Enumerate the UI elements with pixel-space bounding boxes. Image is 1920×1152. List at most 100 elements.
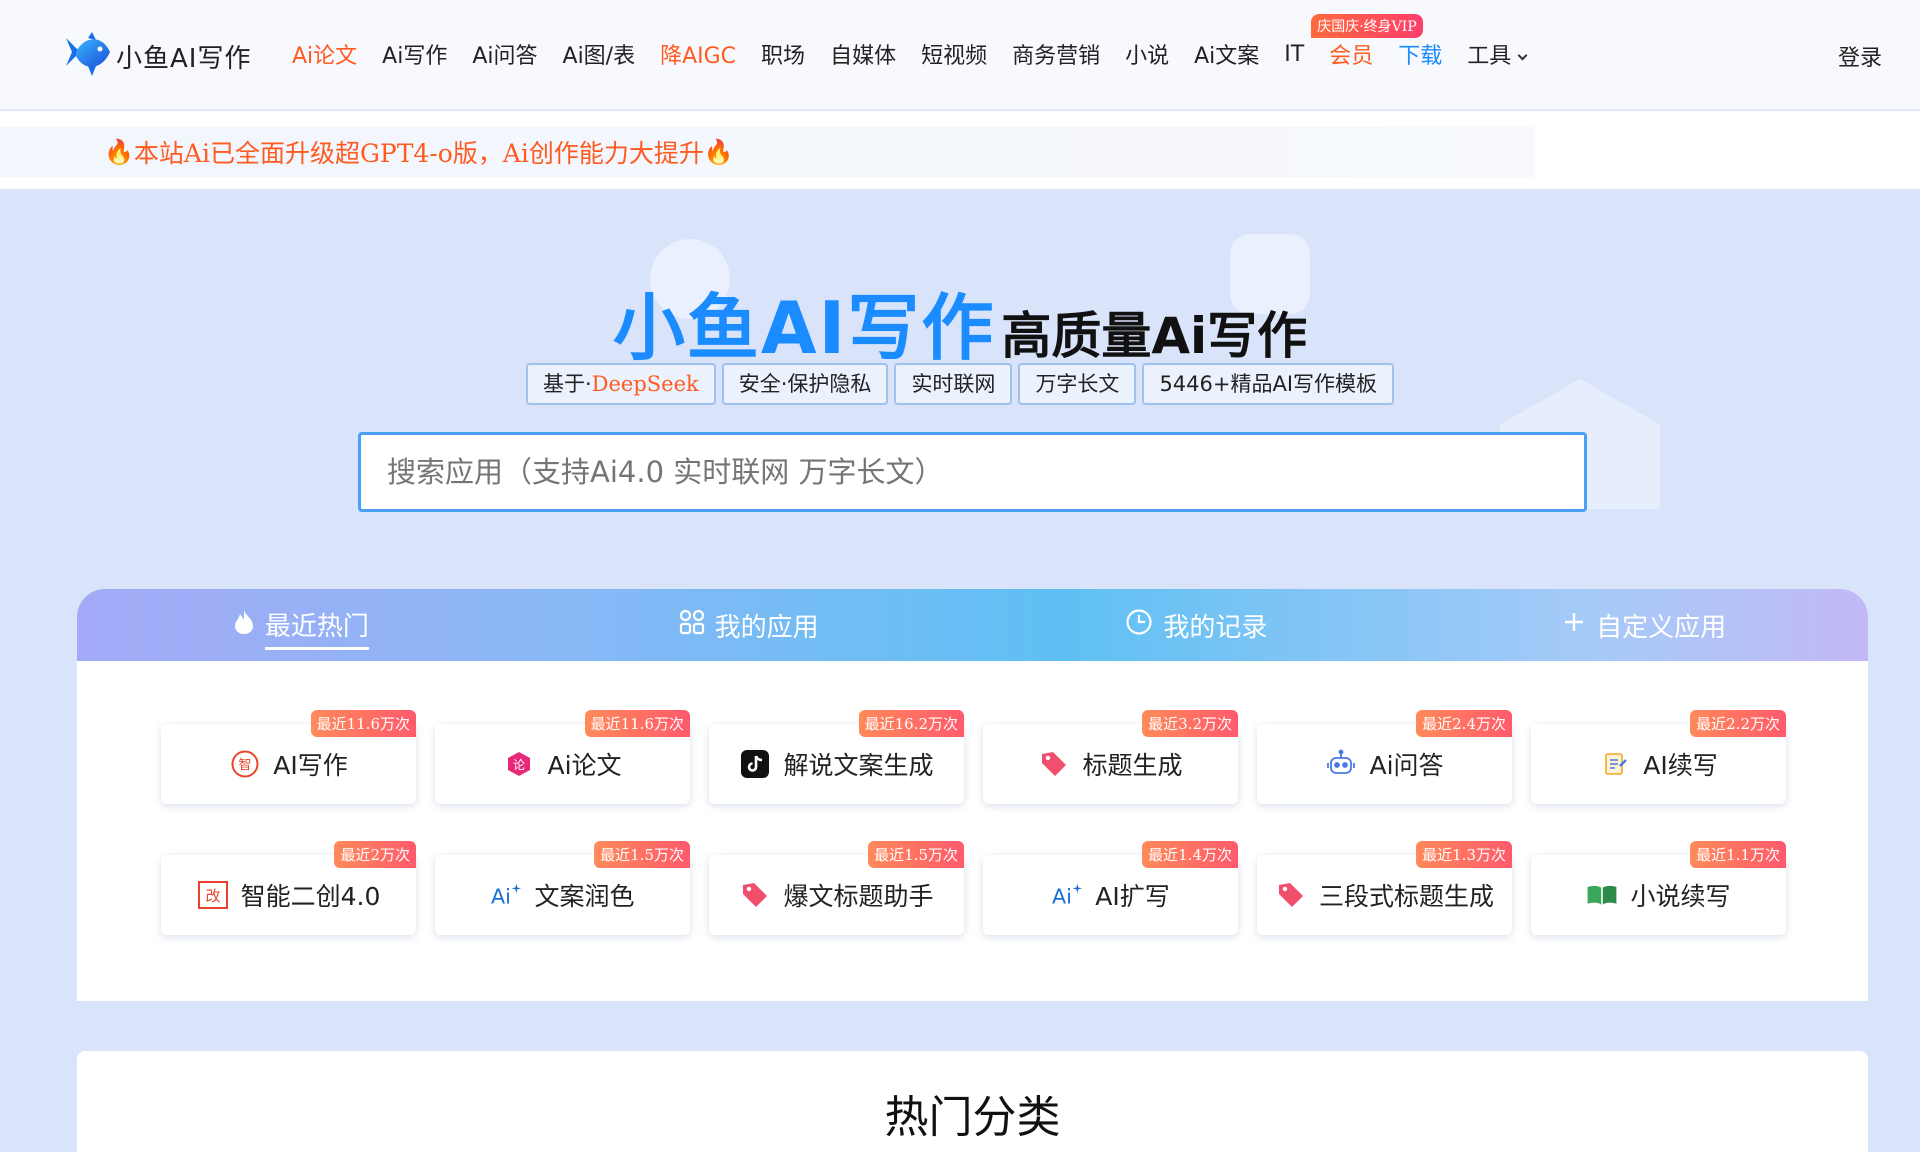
search-box[interactable] bbox=[358, 432, 1587, 512]
login-link[interactable]: 登录 bbox=[1838, 40, 1882, 72]
nav-item-label: 职场 bbox=[761, 44, 806, 69]
tab-3[interactable]: 自定义应用 bbox=[1420, 589, 1868, 661]
svg-text:智: 智 bbox=[239, 758, 252, 773]
feature-tag: 安全·保护隐私 bbox=[721, 363, 889, 405]
feature-tag-label: 5446+精品AI写作模板 bbox=[1159, 372, 1378, 396]
main-nav: Ai论文 Ai写作 Ai问答 Ai图/表 降AIGC 职场 自媒体 短视频 商务营销 小说 Ai文案… bbox=[292, 14, 1551, 70]
app-card[interactable]: 最近11.6万次论 Ai论文 bbox=[435, 710, 690, 804]
svg-text:Ai: Ai bbox=[1052, 884, 1072, 908]
nav-item-label: Ai论文 bbox=[292, 44, 358, 69]
usage-count-badge: 最近1.4万次 bbox=[1142, 841, 1238, 868]
app-card[interactable]: 最近1.5万次 Ai 文案润色 bbox=[435, 841, 690, 935]
app-card[interactable]: 最近1.3万次三段式标题生成 bbox=[1257, 841, 1512, 935]
flame-icon bbox=[233, 609, 255, 642]
app-card-label: 爆文标题助手 bbox=[783, 882, 934, 911]
tab-label: 我的记录 bbox=[1163, 612, 1268, 643]
notepad-icon bbox=[1599, 748, 1631, 780]
feature-tag-label: 基于· bbox=[542, 372, 592, 396]
nav-item-label: 自媒体 bbox=[830, 44, 897, 69]
apps-panel: 最近热门 我的应用 我的记录 自定义应用 最近11.6万次智 AI写作 最近11.6万次论… bbox=[77, 589, 1868, 1001]
hero-title: 小鱼AI写作 高质量Ai写作 bbox=[0, 269, 1920, 374]
tiktok-icon bbox=[739, 748, 771, 780]
nav-item-label: 商务营销 bbox=[1012, 44, 1101, 69]
tab-label: 我的应用 bbox=[714, 612, 819, 643]
nav-item-14[interactable]: 工具 bbox=[1467, 38, 1528, 70]
vip-promo-badge: 庆国庆·终身VIP bbox=[1311, 14, 1423, 38]
nav-item-0[interactable]: Ai论文 bbox=[292, 38, 357, 70]
svg-text:改: 改 bbox=[205, 887, 220, 905]
svg-text:论: 论 bbox=[513, 758, 525, 772]
nav-item-2[interactable]: Ai问答 bbox=[472, 38, 537, 70]
tab-0[interactable]: 最近热门 bbox=[77, 589, 525, 661]
hero-title-sub: 高质量Ai写作 bbox=[1001, 307, 1308, 365]
usage-count-badge: 最近2.2万次 bbox=[1690, 710, 1786, 737]
nav-item-3[interactable]: Ai图/表 bbox=[563, 38, 636, 70]
app-grid: 最近11.6万次智 AI写作 最近11.6万次论 Ai论文 最近16.2万次 解说文案生成… bbox=[161, 710, 1786, 935]
nav-item-7[interactable]: 短视频 bbox=[921, 38, 987, 70]
nav-item-4[interactable]: 降AIGC bbox=[660, 38, 736, 70]
usage-count-badge: 最近2万次 bbox=[334, 841, 416, 868]
app-card[interactable]: 最近3.2万次 标题生成 bbox=[983, 710, 1238, 804]
app-card-label: AI写作 bbox=[273, 751, 348, 780]
app-card[interactable]: 最近1.1万次 小说续写 bbox=[1531, 841, 1786, 935]
ai-sparkle-icon: Ai bbox=[490, 879, 522, 911]
app-card[interactable]: 最近16.2万次解说文案生成 bbox=[709, 710, 964, 804]
nav-item-13[interactable]: 下载 bbox=[1398, 38, 1442, 70]
app-card[interactable]: 最近11.6万次智 AI写作 bbox=[161, 710, 416, 804]
nav-item-label: 小说 bbox=[1125, 44, 1170, 69]
usage-count-badge: 最近3.2万次 bbox=[1142, 710, 1238, 737]
nav-item-6[interactable]: 自媒体 bbox=[830, 38, 896, 70]
app-card-label: 解说文案生成 bbox=[783, 751, 934, 780]
tag-icon bbox=[1038, 748, 1070, 780]
app-card-label: Ai问答 bbox=[1369, 751, 1444, 780]
nav-item-label: IT bbox=[1284, 41, 1305, 67]
feature-tag-highlight: DeepSeek bbox=[591, 372, 699, 396]
tag-icon bbox=[1275, 879, 1307, 911]
tab-2[interactable]: 我的记录 bbox=[973, 589, 1421, 661]
lun-icon: 论 bbox=[503, 748, 535, 780]
usage-count-badge: 最近1.1万次 bbox=[1690, 841, 1786, 868]
app-card-label: 三段式标题生成 bbox=[1318, 882, 1494, 911]
fire-icon: 🔥 bbox=[703, 138, 734, 166]
app-card-label: Ai论文 bbox=[547, 751, 622, 780]
nav-item-8[interactable]: 商务营销 bbox=[1012, 38, 1100, 70]
feature-tag-label: 万字长文 bbox=[1035, 372, 1120, 396]
app-card-label: 智能二创4.0 bbox=[240, 882, 381, 911]
feature-tag: 万字长文 bbox=[1018, 363, 1137, 405]
feature-tag-label: 实时联网 bbox=[911, 372, 996, 396]
app-card-label: 文案润色 bbox=[534, 882, 635, 911]
nav-item-label: 工具 bbox=[1467, 44, 1512, 69]
tab-label: 最近热门 bbox=[264, 606, 369, 650]
app-card[interactable]: 最近2.4万次 Ai问答 bbox=[1257, 710, 1512, 804]
nav-item-label: Ai文案 bbox=[1194, 44, 1260, 69]
top-header: 小鱼AI写作 Ai论文 Ai写作 Ai问答 Ai图/表 降AIGC 职场 自媒体 短视频 商务营… bbox=[0, 0, 1920, 110]
site-logo[interactable]: 小鱼AI写作 bbox=[62, 30, 251, 82]
feature-tag-label: 安全·保护隐私 bbox=[738, 372, 872, 396]
search-input[interactable] bbox=[387, 455, 1584, 489]
usage-count-badge: 最近11.6万次 bbox=[584, 710, 690, 737]
gai-icon: 改 bbox=[197, 879, 229, 911]
hero-section: 小鱼AI写作 高质量Ai写作 基于·DeepSeek 安全·保护隐私 实时联网 万字长文… bbox=[0, 189, 1920, 589]
nav-item-11[interactable]: IT bbox=[1284, 42, 1304, 67]
nav-item-5[interactable]: 职场 bbox=[761, 38, 805, 70]
nav-item-label: Ai写作 bbox=[382, 44, 448, 69]
app-card[interactable]: 最近1.4万次 Ai AI扩写 bbox=[983, 841, 1238, 935]
nav-item-12[interactable]: 会员 庆国庆·终身VIP bbox=[1311, 14, 1423, 70]
tab-1[interactable]: 我的应用 bbox=[525, 589, 973, 661]
feature-tags: 基于·DeepSeek 安全·保护隐私 实时联网 万字长文 5446+精品AI写作模板 bbox=[0, 363, 1920, 405]
feature-tag: 5446+精品AI写作模板 bbox=[1142, 363, 1395, 405]
nav-item-1[interactable]: Ai写作 bbox=[382, 38, 447, 70]
nav-item-label: 会员 bbox=[1329, 44, 1374, 69]
usage-count-badge: 最近1.5万次 bbox=[594, 841, 690, 868]
clock-icon bbox=[1125, 608, 1153, 643]
app-card[interactable]: 最近2.2万次 AI续写 bbox=[1531, 710, 1786, 804]
usage-count-badge: 最近1.3万次 bbox=[1416, 841, 1512, 868]
apps-icon bbox=[679, 609, 705, 642]
usage-count-badge: 最近16.2万次 bbox=[858, 710, 964, 737]
app-card[interactable]: 最近1.5万次爆文标题助手 bbox=[709, 841, 964, 935]
usage-count-badge: 最近1.5万次 bbox=[868, 841, 964, 868]
tag-icon bbox=[739, 879, 771, 911]
app-card[interactable]: 最近2万次改 智能二创4.0 bbox=[161, 841, 416, 935]
nav-item-9[interactable]: 小说 bbox=[1125, 38, 1169, 70]
nav-item-10[interactable]: Ai文案 bbox=[1194, 38, 1259, 70]
